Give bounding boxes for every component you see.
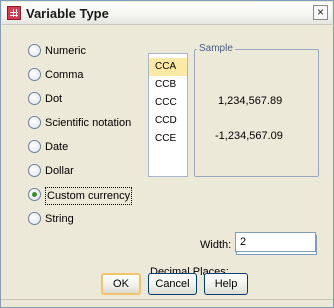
cancel-button[interactable]: Cancel — [148, 273, 197, 295]
radio-button[interactable] — [28, 212, 41, 225]
sample-legend: Sample — [197, 43, 235, 54]
spss-grid-icon — [7, 6, 21, 20]
sample-negative-value: -1,234,567.09 — [215, 130, 283, 142]
currency-item-ccc[interactable]: CCC — [149, 94, 187, 112]
currency-item-ccd[interactable]: CCD — [149, 112, 187, 130]
radio-button[interactable] — [28, 92, 41, 105]
radio-label: Date — [45, 141, 69, 153]
variable-type-dialog: Variable Type × Numeric Comma Dot Scient… — [0, 0, 334, 308]
decimal-places-input[interactable]: 2 — [235, 232, 316, 252]
radio-label: Dot — [45, 93, 63, 105]
radio-button[interactable] — [28, 44, 41, 57]
sample-positive-value: 1,234,567.89 — [218, 95, 283, 107]
bottom-divider — [1, 299, 333, 300]
radio-button[interactable] — [28, 116, 41, 129]
currency-item-cca[interactable]: CCA — [149, 58, 187, 76]
radio-button[interactable] — [28, 164, 41, 177]
width-label: Width: — [200, 239, 232, 251]
radio-label: Comma — [45, 69, 84, 81]
window-title: Variable Type — [26, 6, 109, 21]
radio-button[interactable] — [28, 68, 41, 81]
radio-label: Scientific notation — [45, 117, 132, 129]
help-button[interactable]: Help — [204, 273, 248, 295]
currency-list[interactable]: CCA CCB CCC CCD CCE — [148, 53, 188, 177]
radio-label: Numeric — [45, 45, 86, 57]
title-bar[interactable]: Variable Type × — [2, 2, 332, 25]
radio-label: Dollar — [45, 165, 74, 177]
close-button[interactable]: × — [313, 5, 328, 20]
radio-button[interactable] — [28, 140, 41, 153]
radio-label: String — [45, 213, 74, 225]
radio-button-selected[interactable] — [28, 188, 41, 201]
radio-label: Custom currency — [45, 187, 133, 205]
ok-button[interactable]: OK — [101, 273, 141, 295]
sample-group — [194, 49, 319, 177]
currency-item-ccb[interactable]: CCB — [149, 76, 187, 94]
currency-item-cce[interactable]: CCE — [149, 130, 187, 148]
